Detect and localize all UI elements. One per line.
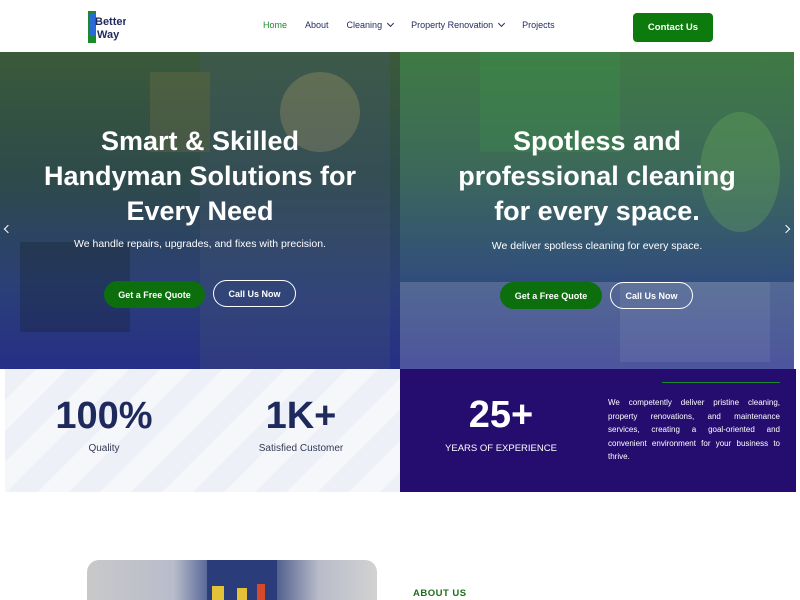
nav-property-renovation[interactable]: Property Renovation: [411, 19, 506, 30]
hero-slider: Smart & Skilled Handyman Solutions for E…: [0, 52, 800, 369]
worker-photo: [207, 560, 277, 600]
stats-panel: 100% Quality 1K+ Satisfied Customer: [5, 369, 400, 492]
chevron-down-icon: [498, 19, 506, 28]
site-logo[interactable]: Better Way: [86, 9, 128, 45]
customers-stat-value: 1K+: [265, 395, 337, 437]
hero-title-handyman: Smart & Skilled Handyman Solutions for E…: [43, 126, 357, 226]
chevron-down-icon: [387, 19, 395, 28]
customers-stat-label: Satisfied Customer: [258, 443, 344, 454]
nav-property-renovation-label: Property Renovation: [411, 20, 494, 30]
experience-panel: 25+ YEARS OF EXPERIENCE We competently d…: [400, 369, 796, 492]
hero-slide-handyman: Smart & Skilled Handyman Solutions for E…: [0, 52, 400, 369]
main-nav: Home About Cleaning Property Renovation …: [263, 19, 573, 30]
hero-slide-cleaning: Spotless and professional cleaning for e…: [400, 52, 794, 369]
nav-home[interactable]: Home: [263, 20, 287, 30]
nav-projects[interactable]: Projects: [522, 20, 555, 30]
nav-projects-label: Projects: [522, 20, 555, 30]
free-quote-button[interactable]: Get a Free Quote: [104, 281, 205, 308]
about-us-label: ABOUT US: [413, 588, 467, 599]
experience-stat-label: YEARS OF EXPERIENCE: [445, 443, 557, 454]
quality-stat-value: 100%: [55, 395, 153, 437]
svg-text:Better: Better: [95, 16, 126, 28]
call-us-button[interactable]: Call Us Now: [213, 280, 296, 307]
company-description: We competently deliver pristine cleaning…: [608, 398, 780, 461]
hero-subtitle-cleaning: We deliver spotless cleaning for every s…: [491, 240, 703, 252]
free-quote-button[interactable]: Get a Free Quote: [500, 282, 602, 309]
contact-us-button[interactable]: Contact Us: [633, 13, 713, 42]
svg-text:Way: Way: [97, 29, 120, 41]
call-us-button[interactable]: Call Us Now: [610, 282, 693, 309]
site-header: Better Way Home About Cleaning Property …: [0, 0, 800, 52]
about-image: [87, 560, 377, 600]
accent-divider: [662, 382, 780, 384]
hero-subtitle-handyman: We handle repairs, upgrades, and fixes w…: [74, 238, 326, 250]
nav-cleaning-label: Cleaning: [346, 20, 383, 30]
hero-title-cleaning: Spotless and professional cleaning for e…: [458, 126, 736, 226]
nav-about-label: About: [305, 20, 329, 30]
nav-home-label: Home: [263, 20, 288, 30]
nav-cleaning[interactable]: Cleaning: [346, 19, 395, 30]
experience-stat-value: 25+: [468, 394, 534, 436]
quality-stat-label: Quality: [88, 443, 120, 454]
nav-about[interactable]: About: [305, 20, 329, 30]
